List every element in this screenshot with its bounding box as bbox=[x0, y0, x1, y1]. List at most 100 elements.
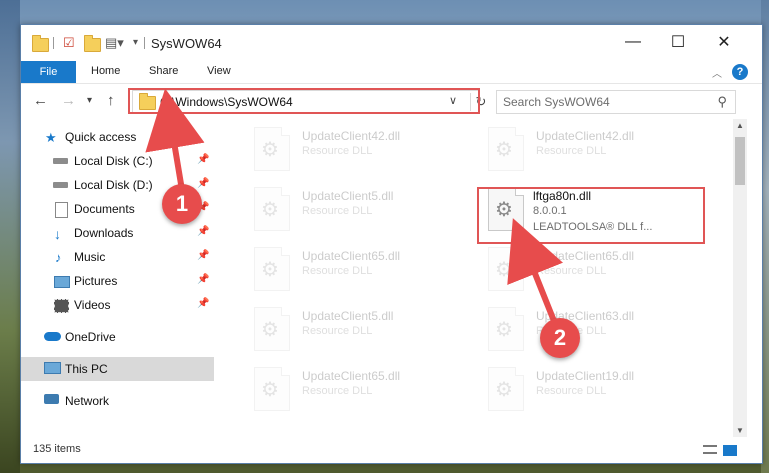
file-item[interactable]: ⚙ UpdateClient42.dll Resource DLL bbox=[242, 123, 462, 175]
status-bar: 135 items bbox=[21, 437, 762, 463]
file-item[interactable]: ⚙ UpdateClient65.dll Resource DLL bbox=[242, 363, 462, 415]
dll-file-icon: ⚙ bbox=[488, 367, 524, 411]
step-2-badge: 2 bbox=[540, 318, 580, 358]
file-name: UpdateClient19.dll bbox=[536, 369, 635, 383]
customize-toolbar-icon[interactable]: ▤▾ bbox=[105, 35, 124, 51]
new-folder-icon[interactable] bbox=[84, 35, 101, 52]
file-type: Resource DLL bbox=[536, 145, 607, 157]
file-type: Resource DLL bbox=[302, 145, 373, 157]
scrollbar-thumb[interactable] bbox=[735, 137, 745, 185]
help-icon[interactable]: ? bbox=[732, 64, 748, 80]
downloads-icon: ↓ bbox=[54, 226, 61, 242]
file-item[interactable]: ⚙ UpdateClient63.dll Resource DLL bbox=[476, 303, 696, 355]
sidebar-item-local-disk-c[interactable]: Local Disk (C:) 📌 bbox=[21, 149, 214, 173]
recent-locations-button[interactable]: ▾ bbox=[87, 95, 92, 106]
onedrive-icon bbox=[44, 332, 61, 341]
toolbar-separator bbox=[53, 37, 54, 49]
sidebar-item-label: Local Disk (C:) bbox=[74, 154, 153, 168]
pin-icon: 📌 bbox=[197, 178, 210, 189]
sidebar-item-label: Pictures bbox=[74, 274, 118, 288]
file-item[interactable]: ⚙ UpdateClient5.dll Resource DLL bbox=[242, 303, 462, 355]
chevron-down-icon[interactable]: ▾ bbox=[133, 35, 138, 51]
pin-icon: 📌 bbox=[197, 226, 210, 237]
search-input[interactable]: Search SysWOW64 ⚲ bbox=[496, 90, 736, 114]
dll-file-icon: ⚙ bbox=[254, 367, 290, 411]
dll-file-icon: ⚙ bbox=[488, 127, 524, 171]
file-item[interactable]: ⚙ UpdateClient65.dll Resource DLL bbox=[476, 243, 696, 295]
documents-icon bbox=[55, 202, 68, 218]
file-item[interactable]: ⚙ UpdateClient65.dll Resource DLL bbox=[242, 243, 462, 295]
music-icon: ♪ bbox=[55, 250, 62, 265]
file-type: Resource DLL bbox=[302, 325, 373, 337]
scroll-down-icon[interactable]: ▼ bbox=[736, 426, 744, 435]
search-placeholder: Search SysWOW64 bbox=[503, 95, 610, 109]
sidebar-item-downloads[interactable]: ↓ Downloads 📌 bbox=[21, 221, 214, 245]
file-name: UpdateClient5.dll bbox=[302, 309, 394, 323]
file-name: UpdateClient65.dll bbox=[302, 249, 401, 263]
network-icon bbox=[44, 394, 59, 404]
dll-file-icon: ⚙ bbox=[488, 307, 524, 351]
pc-icon bbox=[44, 362, 61, 374]
file-explorer-window: ☑ ▤▾ ▾ SysWOW64 — ☐ ✕ File Home Share Vi… bbox=[20, 24, 763, 464]
star-icon: ★ bbox=[45, 130, 57, 145]
sidebar-item-onedrive[interactable]: OneDrive bbox=[21, 325, 214, 349]
sidebar-item-label: Network bbox=[65, 394, 110, 408]
file-item[interactable]: ⚙ UpdateClient5.dll Resource DLL bbox=[242, 183, 462, 235]
sidebar-item-label: Videos bbox=[74, 298, 111, 312]
pictures-icon bbox=[54, 276, 70, 288]
file-type: Resource DLL bbox=[536, 265, 607, 277]
forward-button[interactable]: → bbox=[61, 92, 76, 109]
large-icons-view-icon[interactable] bbox=[723, 445, 737, 456]
dll-file-icon: ⚙ bbox=[254, 127, 290, 171]
back-button[interactable]: ← bbox=[33, 92, 48, 109]
file-name: UpdateClient5.dll bbox=[302, 189, 394, 203]
sidebar-item-label: OneDrive bbox=[65, 330, 116, 344]
up-button[interactable]: ↑ bbox=[107, 92, 115, 109]
sidebar-item-quick-access[interactable]: ★ Quick access bbox=[21, 125, 214, 149]
properties-icon[interactable]: ☑ bbox=[63, 35, 75, 51]
maximize-button[interactable]: ☐ bbox=[664, 31, 692, 53]
tab-view[interactable]: View bbox=[207, 65, 231, 77]
file-item[interactable]: ⚙ UpdateClient19.dll Resource DLL bbox=[476, 363, 696, 415]
sidebar-item-music[interactable]: ♪ Music 📌 bbox=[21, 245, 214, 269]
details-view-icon[interactable] bbox=[703, 445, 717, 454]
file-name: UpdateClient65.dll bbox=[536, 249, 635, 263]
ribbon-tabs: File Home Share View ︿ ? bbox=[21, 61, 762, 83]
sidebar-item-videos[interactable]: Videos 📌 bbox=[21, 293, 214, 317]
scroll-up-icon[interactable]: ▲ bbox=[736, 121, 744, 130]
dll-file-icon: ⚙ bbox=[254, 307, 290, 351]
vertical-scrollbar[interactable]: ▲ ▼ bbox=[733, 119, 747, 437]
file-name: UpdateClient42.dll bbox=[536, 129, 635, 143]
sidebar-item-network[interactable]: Network bbox=[21, 389, 214, 413]
title-bar: ☑ ▤▾ ▾ SysWOW64 — ☐ ✕ bbox=[21, 25, 762, 61]
file-type: Resource DLL bbox=[302, 205, 373, 217]
pin-icon: 📌 bbox=[197, 274, 210, 285]
pin-icon: 📌 bbox=[197, 298, 210, 309]
file-list: ⚙ UpdateClient42.dll Resource DLL ⚙ Upda… bbox=[226, 119, 736, 437]
folder-icon[interactable] bbox=[32, 35, 49, 52]
file-item[interactable]: ⚙ UpdateClient42.dll Resource DLL bbox=[476, 123, 696, 175]
minimize-button[interactable]: — bbox=[619, 31, 647, 53]
collapse-ribbon-icon[interactable]: ︿ bbox=[712, 65, 722, 80]
address-bar-row: ← → ▾ ↑ C:\Windows\SysWOW64 ∨ ↻ Search S… bbox=[21, 83, 762, 120]
sidebar-item-this-pc[interactable]: This PC bbox=[21, 357, 214, 381]
item-count: 135 items bbox=[33, 443, 81, 455]
navigation-pane: ★ Quick access Local Disk (C:) 📌 Local D… bbox=[21, 119, 214, 439]
desktop-background bbox=[0, 0, 20, 473]
drive-icon bbox=[53, 182, 68, 188]
dll-file-icon: ⚙ bbox=[254, 187, 290, 231]
toolbar-separator bbox=[144, 37, 145, 49]
videos-icon bbox=[54, 299, 69, 313]
tab-home[interactable]: Home bbox=[91, 65, 120, 77]
step-1-badge: 1 bbox=[162, 184, 202, 224]
dll-file-icon: ⚙ bbox=[254, 247, 290, 291]
pin-icon: 📌 bbox=[197, 154, 210, 165]
highlight-box-address bbox=[128, 88, 480, 114]
sidebar-item-label: Downloads bbox=[74, 226, 134, 240]
close-button[interactable]: ✕ bbox=[710, 31, 738, 53]
sidebar-item-label: Quick access bbox=[65, 130, 137, 144]
highlight-box-file bbox=[477, 187, 705, 244]
tab-share[interactable]: Share bbox=[149, 65, 178, 77]
tab-file[interactable]: File bbox=[21, 61, 76, 83]
sidebar-item-pictures[interactable]: Pictures 📌 bbox=[21, 269, 214, 293]
